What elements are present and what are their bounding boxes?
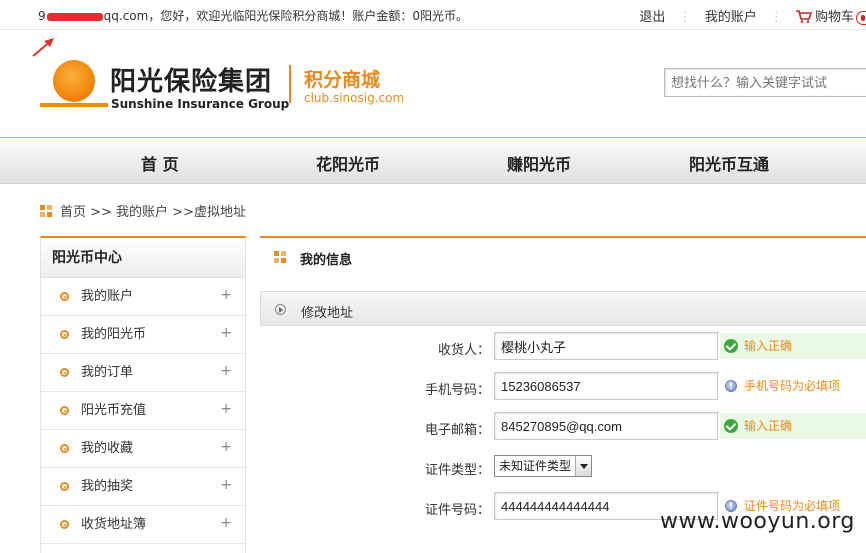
divider: ⋮: [769, 10, 783, 25]
phone-tip: 手机号码为必填项: [720, 373, 866, 400]
divider: ⋮: [678, 10, 692, 25]
bullet-icon: [60, 444, 69, 453]
bullet-icon: [60, 330, 69, 339]
plus-icon[interactable]: +: [220, 276, 232, 314]
check-icon: [724, 419, 738, 433]
sidebar-item-label: 我的订单: [81, 365, 134, 380]
sidebar-title: 阳光币中心: [41, 238, 245, 278]
logo-divider: [289, 65, 291, 103]
sidebar-item-favorites[interactable]: 我的收藏 +: [41, 430, 245, 468]
breadcrumb: 首页 >> 我的账户 >>虚拟地址: [40, 201, 246, 220]
search-input[interactable]: [664, 68, 866, 97]
sidebar-item-recharge[interactable]: 阳光币充值 +: [41, 392, 245, 430]
bullet-icon: [60, 520, 69, 529]
redacted-email: [46, 12, 103, 21]
section-header: 修改地址: [260, 291, 866, 326]
cart-icon: [795, 10, 812, 23]
sidebar-item-label: 我的收藏: [81, 441, 134, 456]
sidebar-item-my-account[interactable]: 我的账户 +: [41, 278, 245, 316]
tip-text: 手机号码为必填项: [744, 379, 841, 393]
nav-earn-coins[interactable]: 赚阳光币: [507, 151, 571, 175]
plus-icon[interactable]: +: [220, 390, 232, 428]
sidebar-item-label: 阳光币充值: [81, 403, 147, 418]
sidebar: 阳光币中心 我的账户 + 我的阳光币 + 我的订单 + 阳光币充值 + 我的收藏 + 我的…: [40, 236, 246, 553]
receiver-input[interactable]: [494, 332, 718, 360]
nav-coin-exchange[interactable]: 阳光币互通: [689, 151, 769, 175]
section-title: 修改地址: [301, 306, 354, 321]
logo-chinese-name: 阳光保险集团: [110, 67, 273, 97]
welcome-text: qq.com，您好，欢迎光临阳光保险积分商城！账户金额：0阳光币。: [103, 9, 468, 23]
sunshine-logo-icon[interactable]: [40, 59, 108, 109]
sidebar-item-my-coins[interactable]: 我的阳光币 +: [41, 316, 245, 354]
logout-link[interactable]: 退出: [639, 10, 665, 25]
nav-spend-coins[interactable]: 花阳光币: [316, 151, 380, 175]
page-title: 我的信息: [300, 253, 353, 268]
bullet-icon: [60, 406, 69, 415]
id-type-value: 未知证件类型: [499, 459, 572, 473]
plus-icon[interactable]: +: [220, 352, 232, 390]
cart-label: 购物车: [814, 10, 854, 25]
cart-count-badge: [856, 10, 866, 25]
cart-link[interactable]: 购物车: [795, 10, 866, 25]
id-number-label: 证件号码：: [424, 503, 490, 518]
grid-icon: [274, 251, 286, 263]
check-icon: [724, 339, 738, 353]
breadcrumb-text[interactable]: 首页 >> 我的账户 >>虚拟地址: [60, 205, 246, 220]
info-icon: [725, 374, 737, 400]
my-account-link[interactable]: 我的账户: [705, 10, 757, 25]
sidebar-item-label: 我的账户: [81, 289, 134, 304]
sidebar-item-my-orders[interactable]: 我的订单 +: [41, 354, 245, 392]
plus-icon[interactable]: +: [220, 428, 232, 466]
top-links: 退出 ⋮ 我的账户 ⋮ 购物车: [639, 6, 866, 25]
plus-icon[interactable]: +: [220, 314, 232, 352]
top-bar: 9 qq.com，您好，欢迎光临阳光保险积分商城！账户金额：0阳光币。 退出 ⋮ …: [0, 0, 866, 30]
tip-text: 输入正确: [744, 419, 793, 433]
bullet-icon: [60, 368, 69, 377]
logo-english-name: Sunshine Insurance Group: [111, 97, 290, 111]
chevron-down-icon[interactable]: [575, 456, 591, 476]
receiver-tip: 输入正确: [720, 333, 866, 359]
site-header: 阳光保险集团 Sunshine Insurance Group 积分商城 clu…: [0, 30, 866, 138]
main-nav: 首 页 花阳光币 赚阳光币 阳光币互通: [0, 139, 866, 184]
sidebar-item-label: 我的抽奖: [81, 479, 134, 494]
sidebar-item-lottery[interactable]: 我的抽奖 +: [41, 468, 245, 506]
email-input[interactable]: [494, 412, 718, 440]
id-type-label: 证件类型：: [424, 463, 490, 478]
nav-home[interactable]: 首 页: [141, 151, 179, 175]
user-email-prefix: 9: [38, 9, 46, 23]
mall-url: club.sinosig.com: [304, 91, 405, 105]
bullet-icon: [60, 292, 69, 301]
watermark: www.wooyun.org: [660, 509, 855, 534]
play-circle-icon: [275, 304, 286, 315]
sidebar-item-address-book[interactable]: 收货地址簿 +: [41, 506, 245, 544]
tip-text: 输入正确: [744, 339, 793, 353]
plus-icon[interactable]: +: [220, 466, 232, 504]
receiver-label: 收货人：: [437, 343, 490, 358]
main-header: 我的信息: [260, 236, 866, 276]
welcome-message: 9 qq.com，您好，欢迎光临阳光保险积分商城！账户金额：0阳光币。: [38, 7, 468, 24]
grid-icon: [40, 205, 52, 217]
plus-icon[interactable]: +: [220, 504, 232, 542]
phone-label: 手机号码：: [424, 383, 490, 398]
bullet-icon: [60, 482, 69, 491]
id-type-select[interactable]: 未知证件类型: [494, 455, 592, 477]
email-label: 电子邮箱：: [424, 423, 490, 438]
email-tip: 输入正确: [720, 413, 866, 439]
phone-input[interactable]: [494, 372, 718, 400]
sidebar-item-label: 收货地址簿: [81, 517, 147, 532]
mall-title: 积分商城: [304, 69, 381, 91]
sidebar-item-label: 我的阳光币: [81, 327, 147, 342]
